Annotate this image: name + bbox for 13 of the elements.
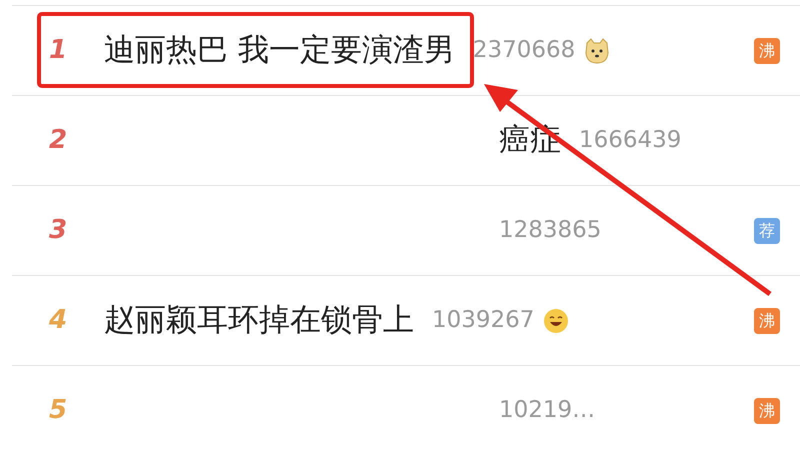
rank-number: 1 <box>48 34 68 67</box>
grin-emoji-icon <box>542 306 570 334</box>
tag-badge: 荐 <box>754 218 780 244</box>
rank-number: 5 <box>48 394 68 427</box>
tag-badge: 沸 <box>754 308 780 334</box>
rank-number: 2 <box>48 124 68 157</box>
dog-emoji-icon <box>583 36 612 64</box>
tag-badge: 沸 <box>754 38 780 64</box>
topic-title[interactable]: 赵丽颖耳环掉在锁骨上 <box>104 297 414 344</box>
tag-badge: 沸 <box>754 398 780 424</box>
topic-title[interactable]: 迪丽热巴 我一定要演渣男 <box>104 27 455 74</box>
rank-number: 3 <box>48 214 68 247</box>
rank-number: 4 <box>48 304 68 337</box>
